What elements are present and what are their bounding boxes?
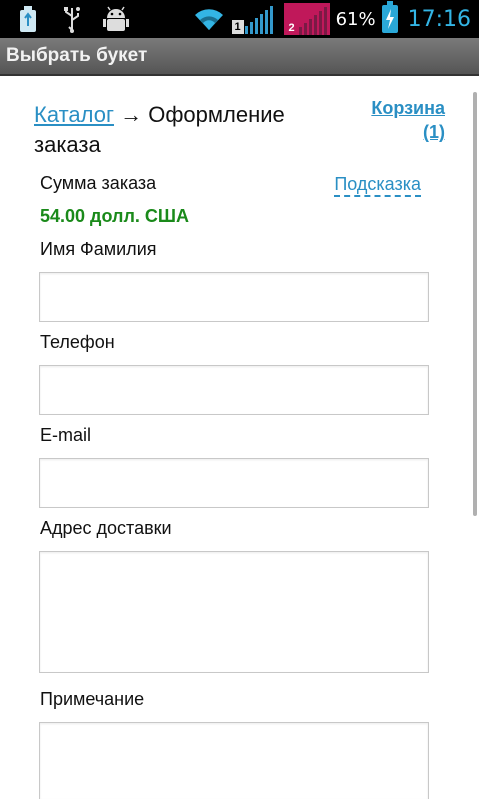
signal-sim2-icon: 2 — [283, 3, 330, 35]
note-textarea[interactable] — [39, 722, 429, 799]
name-field[interactable] — [39, 272, 429, 322]
status-bar: 1 2 61% 17:16 — [0, 0, 479, 38]
phone-field[interactable] — [39, 365, 429, 415]
system-icons: 1 2 61% 17:16 — [192, 0, 471, 38]
address-label: Адрес доставки — [40, 518, 172, 538]
email-label: E-mail — [40, 425, 92, 445]
notification-icons — [14, 4, 130, 34]
battery-percent: 61% — [335, 8, 376, 30]
order-sum-label: Сумма заказа — [40, 173, 157, 193]
signal-sim1-icon: 1 — [231, 4, 278, 34]
usb-icon — [14, 4, 42, 34]
email-field[interactable] — [39, 458, 429, 508]
hint-link[interactable]: Подсказка — [334, 173, 421, 197]
app-title-bar: Выбрать букет — [0, 38, 479, 76]
cart-link[interactable]: Корзина (1) — [371, 96, 445, 144]
cart-label: Корзина — [371, 98, 445, 118]
breadcrumb: Каталог → Оформление заказа — [34, 100, 334, 160]
name-label: Имя Фамилия — [40, 239, 157, 259]
android-debug-icon — [102, 4, 130, 34]
battery-charging-icon — [381, 1, 398, 33]
wifi-icon — [192, 4, 226, 34]
breadcrumb-arrow: → — [113, 102, 149, 127]
usb-debug-icon — [58, 4, 86, 34]
address-textarea[interactable] — [39, 551, 429, 673]
order-sum-value: 54.00 долл. США — [40, 206, 189, 226]
cart-count: (1) — [423, 122, 445, 142]
phone-label: Телефон — [40, 332, 115, 352]
breadcrumb-catalog-link[interactable]: Каталог — [34, 102, 114, 127]
sim1-badge: 1 — [231, 20, 244, 34]
scrollbar[interactable] — [473, 92, 477, 516]
sim2-badge: 2 — [285, 21, 298, 35]
note-label: Примечание — [40, 689, 145, 709]
app-title: Выбрать букет — [6, 45, 148, 66]
clock: 17:16 — [407, 6, 471, 32]
